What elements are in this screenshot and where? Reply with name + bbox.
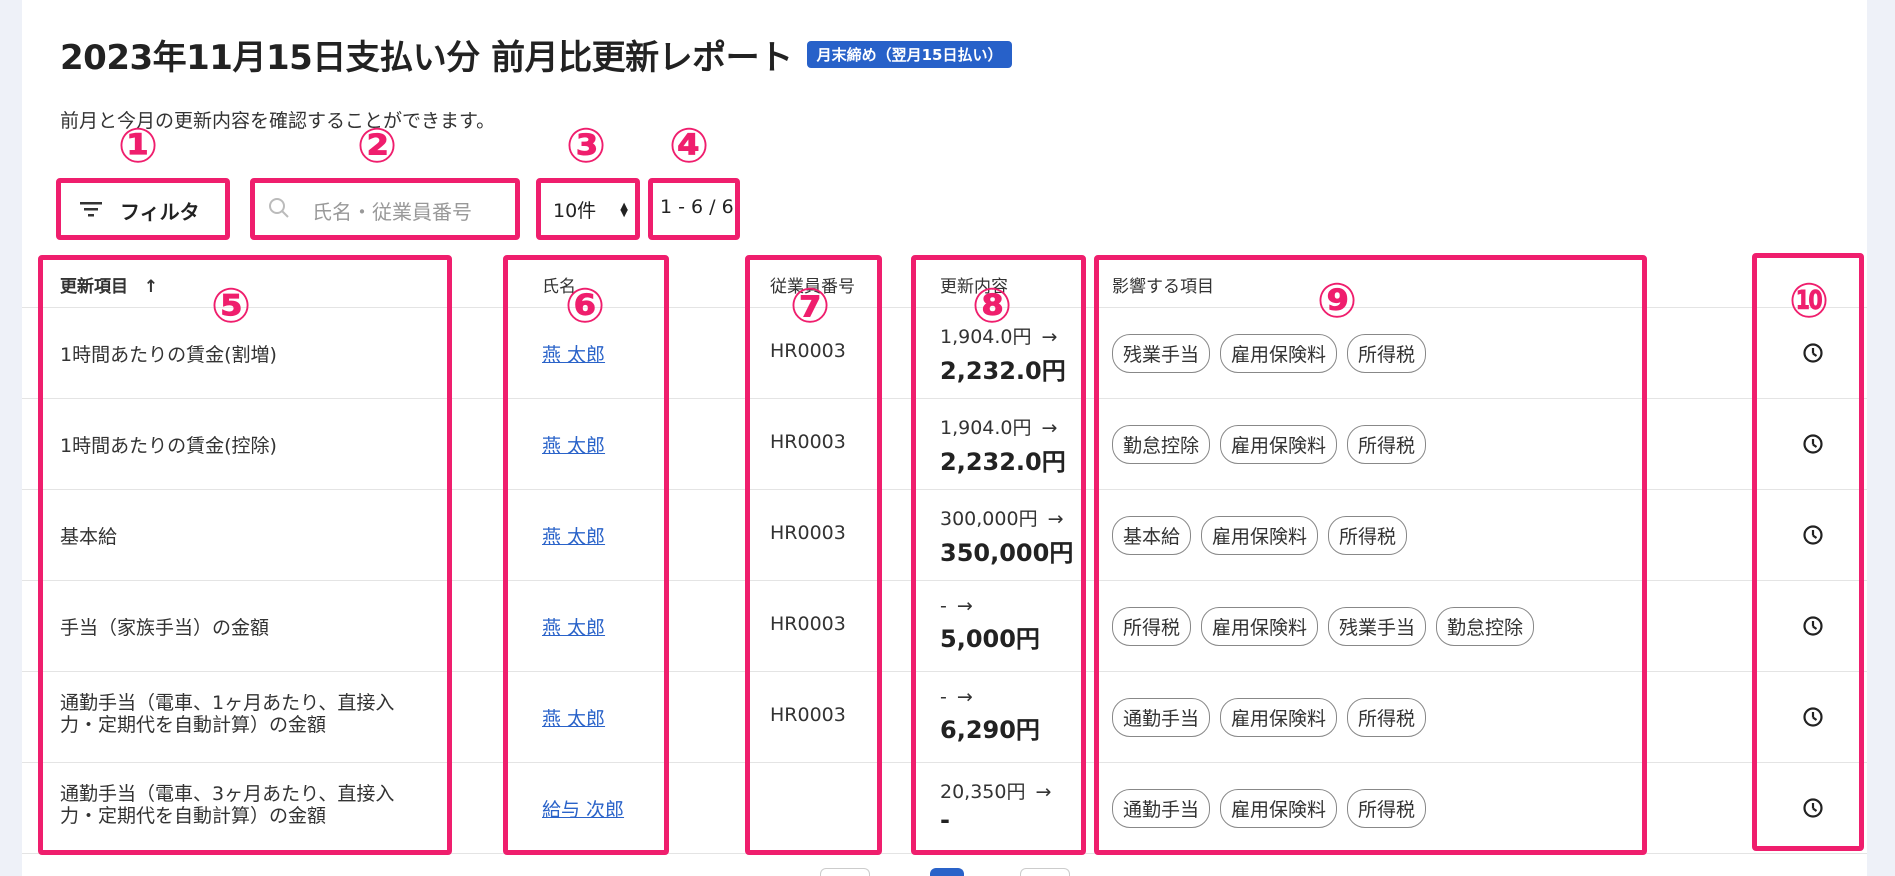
annotation-number-4: ④ bbox=[668, 118, 710, 174]
next-page-button[interactable] bbox=[1020, 868, 1070, 876]
title-row: 2023年11月15日支払い分 前月比更新レポート 月末締め（翌月15日払い） bbox=[60, 30, 1013, 79]
annotation-box-7 bbox=[745, 255, 882, 855]
annotation-box-8 bbox=[911, 255, 1086, 855]
annotation-number-5: ⑤ bbox=[210, 278, 252, 334]
prev-page-button[interactable] bbox=[820, 868, 870, 876]
annotation-box-10 bbox=[1752, 253, 1864, 851]
current-page-button[interactable] bbox=[930, 868, 964, 876]
annotation-box-2 bbox=[250, 178, 520, 240]
annotation-box-5 bbox=[38, 255, 452, 855]
annotation-number-2: ② bbox=[356, 118, 398, 174]
annotation-number-6: ⑥ bbox=[564, 278, 606, 334]
annotation-number-7: ⑦ bbox=[789, 278, 831, 334]
annotation-box-3 bbox=[536, 178, 640, 240]
annotation-number-8: ⑧ bbox=[971, 278, 1013, 334]
annotation-box-4 bbox=[648, 178, 740, 240]
annotation-box-1 bbox=[56, 178, 230, 240]
closing-badge: 月末締め（翌月15日払い） bbox=[806, 41, 1013, 68]
annotation-number-3: ③ bbox=[565, 118, 607, 174]
annotation-box-6 bbox=[503, 255, 669, 855]
annotation-number-10: ⑩ bbox=[1788, 273, 1830, 329]
annotation-number-9: ⑨ bbox=[1316, 273, 1358, 329]
page-title: 2023年11月15日支払い分 前月比更新レポート bbox=[60, 38, 793, 78]
annotation-box-9 bbox=[1094, 255, 1647, 855]
annotation-number-1: ① bbox=[117, 118, 159, 174]
